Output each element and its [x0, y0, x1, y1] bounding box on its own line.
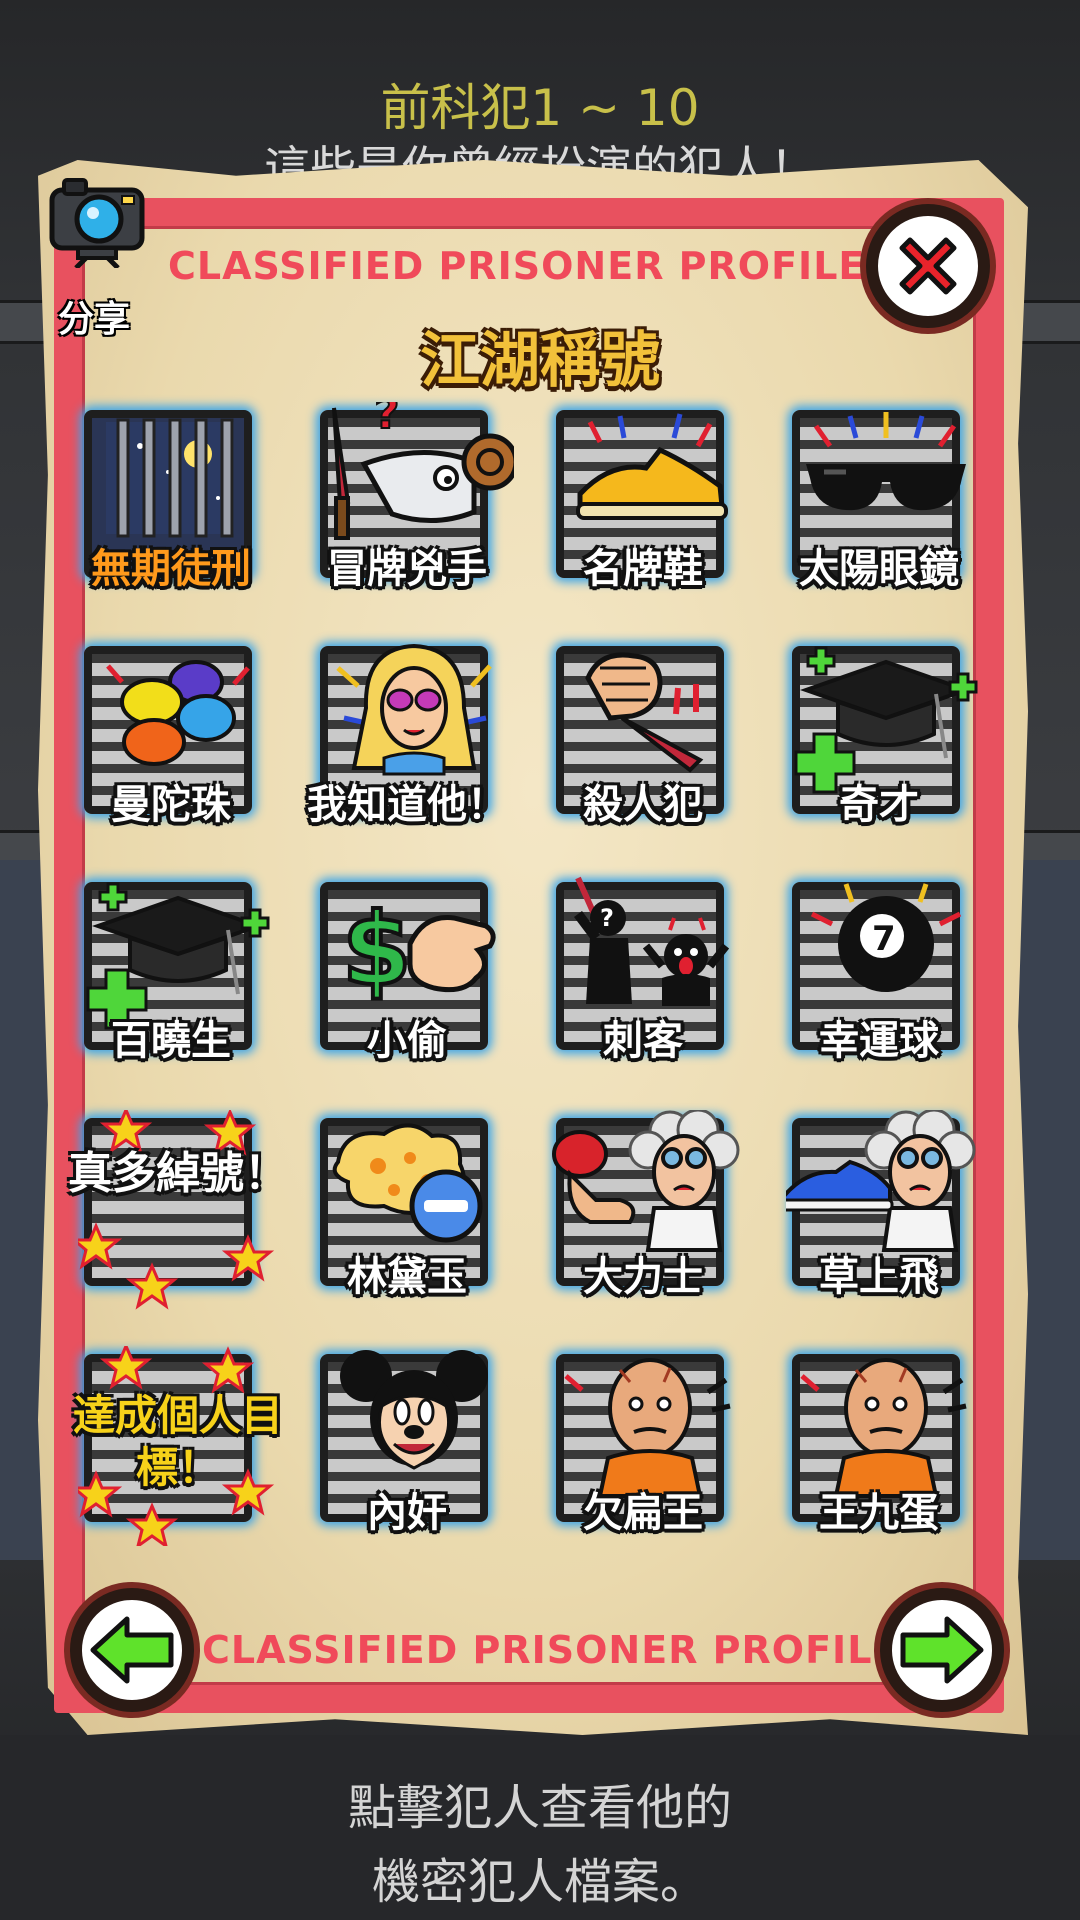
svg-text:7: 7: [872, 919, 896, 959]
badge-item[interactable]: 王九蛋: [786, 1346, 986, 1546]
badge-label: 殺人犯: [583, 782, 703, 828]
badge-label: 百曉生: [111, 1018, 231, 1064]
badge-label: 曼陀珠: [111, 782, 231, 828]
badge-item[interactable]: 欠扁王: [550, 1346, 750, 1546]
badge-item[interactable]: 草上飛: [786, 1110, 986, 1310]
badge-label: 王九蛋: [819, 1490, 939, 1536]
share-label[interactable]: 分享: [58, 290, 130, 342]
badge-label: 欠扁王: [583, 1490, 703, 1536]
badge-label: 無期徒刑: [91, 546, 251, 592]
badge-label: 太陽眼鏡: [799, 546, 959, 592]
camera-icon: [49, 178, 145, 270]
badge-label: 內奸: [367, 1490, 447, 1536]
badge-label: 刺客: [603, 1018, 683, 1064]
share-camera-button[interactable]: [44, 168, 150, 270]
badge-label: 幸運球: [819, 1018, 939, 1064]
svg-text:$: $: [342, 891, 412, 1008]
badge-item[interactable]: 曼陀珠: [78, 638, 278, 838]
arrow-left-icon: [90, 1616, 174, 1684]
badge-item[interactable]: 大力士: [550, 1110, 750, 1310]
svg-text:?: ?: [374, 402, 400, 439]
previous-page-button[interactable]: [70, 1588, 194, 1712]
badge-label: 小偷: [367, 1018, 447, 1064]
badge-label: 真多綽號！: [68, 1148, 288, 1199]
badge-item[interactable]: 7 幸運球: [786, 874, 986, 1074]
badge-item[interactable]: 真多綽號！: [68, 1110, 288, 1310]
badge-item[interactable]: 林黛玉: [314, 1110, 514, 1310]
badge-item[interactable]: 百曉生: [78, 874, 278, 1074]
badge-item[interactable]: 奇才: [786, 638, 986, 838]
classified-footer-text: CLASSIFIED PRISONER PROFILE: [202, 1628, 900, 1672]
badge-label: 大力士: [583, 1254, 703, 1300]
badge-item[interactable]: 無期徒刑: [78, 402, 278, 602]
badge-label: 我知道他！: [307, 782, 507, 828]
badge-label: 名牌鞋: [583, 546, 703, 592]
arrow-right-icon: [900, 1616, 984, 1684]
badge-label: 冒牌兇手: [327, 546, 487, 592]
badge-grid: 無期徒刑 ? 冒牌兇手 名牌鞋 太陽眼鏡 曼陀珠 我知道他！ 殺人犯 奇才 百曉…: [68, 402, 988, 1546]
badge-label: 奇才: [839, 782, 919, 828]
stars-icon: [78, 1110, 275, 1310]
footer-hint-line1: 點擊犯人查看他的: [347, 1780, 732, 1836]
svg-text:?: ?: [600, 904, 614, 932]
close-button[interactable]: [866, 204, 990, 328]
badge-item[interactable]: 名牌鞋: [550, 402, 750, 602]
badge-item[interactable]: ? 冒牌兇手: [314, 402, 514, 602]
classified-header-text: CLASSIFIED PRISONER PROFILE: [168, 244, 866, 288]
badge-item[interactable]: $ 小偷: [314, 874, 514, 1074]
footer-hint-line2: 機密犯人檔案。: [371, 1854, 708, 1910]
page-title: 前科犯1 ~ 10: [380, 79, 700, 137]
badge-label: 林黛玉: [347, 1254, 467, 1300]
badge-item[interactable]: 達成個人目標！: [73, 1346, 283, 1546]
badge-item[interactable]: 我知道他！: [307, 638, 514, 838]
badge-label: 達成個人目標！: [72, 1391, 283, 1492]
badge-item[interactable]: ? 刺客: [550, 874, 750, 1074]
badge-label: 草上飛: [819, 1254, 939, 1300]
close-icon: [899, 237, 957, 295]
badge-item[interactable]: 內奸: [314, 1346, 514, 1546]
badge-item[interactable]: 殺人犯: [550, 638, 750, 838]
badge-item[interactable]: 太陽眼鏡: [786, 402, 986, 602]
next-page-button[interactable]: [880, 1588, 1004, 1712]
